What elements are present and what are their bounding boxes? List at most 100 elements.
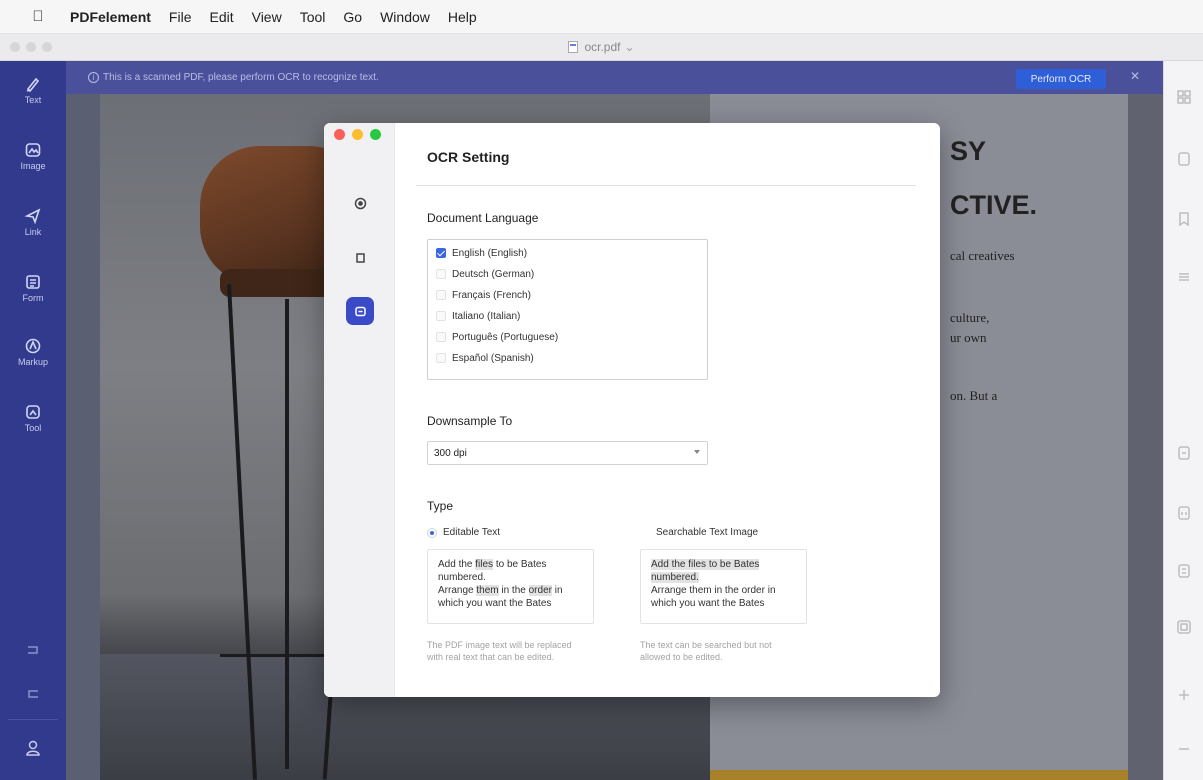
language-option[interactable]: English (English) (436, 244, 527, 262)
tool-text[interactable]: Text (0, 75, 66, 105)
sidebar-divider (8, 719, 58, 720)
downsample-label: Downsample To (427, 414, 513, 428)
tool-link[interactable]: Link (0, 207, 66, 237)
redo-icon[interactable] (24, 685, 42, 703)
dialog-minimize-button[interactable] (352, 129, 363, 140)
target-icon[interactable] (347, 190, 373, 216)
info-icon: i (88, 72, 99, 83)
preview-text-highlight: order (528, 585, 552, 596)
tool-image-label: Image (20, 161, 46, 171)
chevron-down-icon[interactable]: ⌄ (624, 40, 634, 54)
tool-markup[interactable]: Markup (0, 337, 66, 367)
pdf-file-icon (568, 41, 579, 53)
dialog-title: OCR Setting (427, 149, 510, 165)
preview-text: Arrange (438, 585, 477, 596)
ocr-notification-text: This is a scanned PDF, please perform OC… (103, 72, 379, 83)
bookmark-icon[interactable] (1176, 211, 1192, 227)
tool-text-label: Text (24, 95, 42, 105)
title-divider (416, 185, 916, 186)
menu-tool[interactable]: Tool (300, 9, 326, 25)
searchable-text-option[interactable]: Searchable Text Image (640, 527, 758, 538)
zoom-in-icon[interactable] (1176, 687, 1192, 703)
language-list[interactable]: English (English) Deutsch (German) Franç… (427, 239, 708, 380)
dialog-zoom-button[interactable] (370, 129, 381, 140)
checkbox-checked[interactable] (436, 248, 446, 258)
dialog-sidebar (324, 123, 395, 697)
tool-form[interactable]: Form (0, 273, 66, 303)
scan-icon[interactable] (1176, 619, 1192, 635)
language-name: Deutsch (German) (452, 268, 535, 280)
preview-text: to be Bates (493, 559, 547, 570)
radio-selected[interactable] (427, 527, 437, 538)
checkbox[interactable] (436, 311, 446, 321)
menu-go[interactable]: Go (343, 9, 362, 25)
document-text-line: on. But a (950, 388, 998, 403)
document-scrollbar[interactable] (1128, 94, 1163, 780)
preview-text-highlight: Add the files to be Bates (651, 559, 760, 570)
window-controls (10, 42, 52, 52)
export-icon[interactable] (1176, 505, 1192, 521)
preview-text: which you want the Bates (651, 598, 765, 609)
apple-icon[interactable]:  (28, 8, 48, 25)
preview-text: in (551, 585, 563, 596)
menu-window[interactable]: Window (380, 9, 430, 25)
zoom-out-icon[interactable] (1176, 741, 1192, 757)
checkbox[interactable] (436, 353, 446, 363)
window-filename[interactable]: ocr.pdf (584, 40, 620, 54)
grid-icon[interactable] (1176, 89, 1192, 105)
preview-text-highlight: numbered. (651, 572, 699, 583)
menu-edit[interactable]: Edit (209, 9, 233, 25)
tool-tool[interactable]: Tool (0, 403, 66, 433)
window-close-button[interactable] (10, 42, 20, 52)
ocr-settings-icon[interactable] (346, 297, 374, 325)
menu-file[interactable]: File (169, 9, 192, 25)
downsample-value: 300 dpi (434, 447, 467, 459)
language-option[interactable]: Español (Spanish) (436, 349, 534, 367)
language-name: Français (French) (452, 289, 531, 301)
checkbox[interactable] (436, 269, 446, 279)
window-zoom-button[interactable] (42, 42, 52, 52)
rotate-icon[interactable] (347, 244, 373, 270)
checkbox[interactable] (436, 332, 446, 342)
perform-ocr-button[interactable]: Perform OCR (1016, 69, 1106, 89)
mac-menubar:  PDFelement File Edit View Tool Go Wind… (0, 0, 1203, 34)
preview-text: Arrange them in the order in (651, 585, 776, 596)
language-option[interactable]: Français (French) (436, 286, 531, 304)
language-name: Português (Portuguese) (452, 331, 559, 343)
app-name-menu[interactable]: PDFelement (70, 9, 151, 25)
searchable-text-label: Searchable Text Image (656, 527, 759, 538)
document-language-label: Document Language (427, 211, 539, 225)
right-toolbar (1163, 61, 1203, 780)
language-option[interactable]: Italiano (Italian) (436, 307, 520, 325)
language-option[interactable]: Deutsch (German) (436, 265, 534, 283)
checkbox[interactable] (436, 290, 446, 300)
language-name: Italiano (Italian) (452, 310, 521, 322)
convert-icon[interactable] (1176, 445, 1192, 461)
preview-text: which you want the Bates (438, 598, 552, 609)
menu-view[interactable]: View (252, 9, 282, 25)
page-icon[interactable] (1176, 151, 1192, 167)
searchable-text-hint: The text can be searched but not allowed… (640, 640, 772, 662)
downsample-select[interactable]: 300 dpi (427, 441, 708, 465)
editable-text-option[interactable]: Editable Text (427, 527, 500, 538)
tool-image[interactable]: Image (0, 141, 66, 171)
preview-text: numbered. (438, 572, 486, 583)
document-heading-line1: SY (950, 136, 987, 166)
list-icon[interactable] (1176, 269, 1192, 285)
compress-icon[interactable] (1176, 563, 1192, 579)
menu-help[interactable]: Help (448, 9, 477, 25)
language-option[interactable]: Português (Portuguese) (436, 328, 558, 346)
preview-text-highlight: files (475, 559, 494, 570)
gold-footer-band (710, 770, 1128, 780)
user-icon[interactable] (24, 739, 42, 757)
close-icon[interactable]: ✕ (1130, 69, 1140, 83)
editable-text-preview: Add the files to be Bates numbered. Arra… (427, 549, 594, 624)
window-minimize-button[interactable] (26, 42, 36, 52)
form-icon (24, 273, 42, 291)
tool-icon (24, 403, 42, 421)
tool-markup-label: Markup (17, 357, 48, 367)
undo-icon[interactable] (24, 641, 42, 659)
radio-unselected[interactable] (640, 527, 650, 538)
document-heading-line2: CTIVE. (950, 190, 1038, 220)
dialog-close-button[interactable] (334, 129, 345, 140)
